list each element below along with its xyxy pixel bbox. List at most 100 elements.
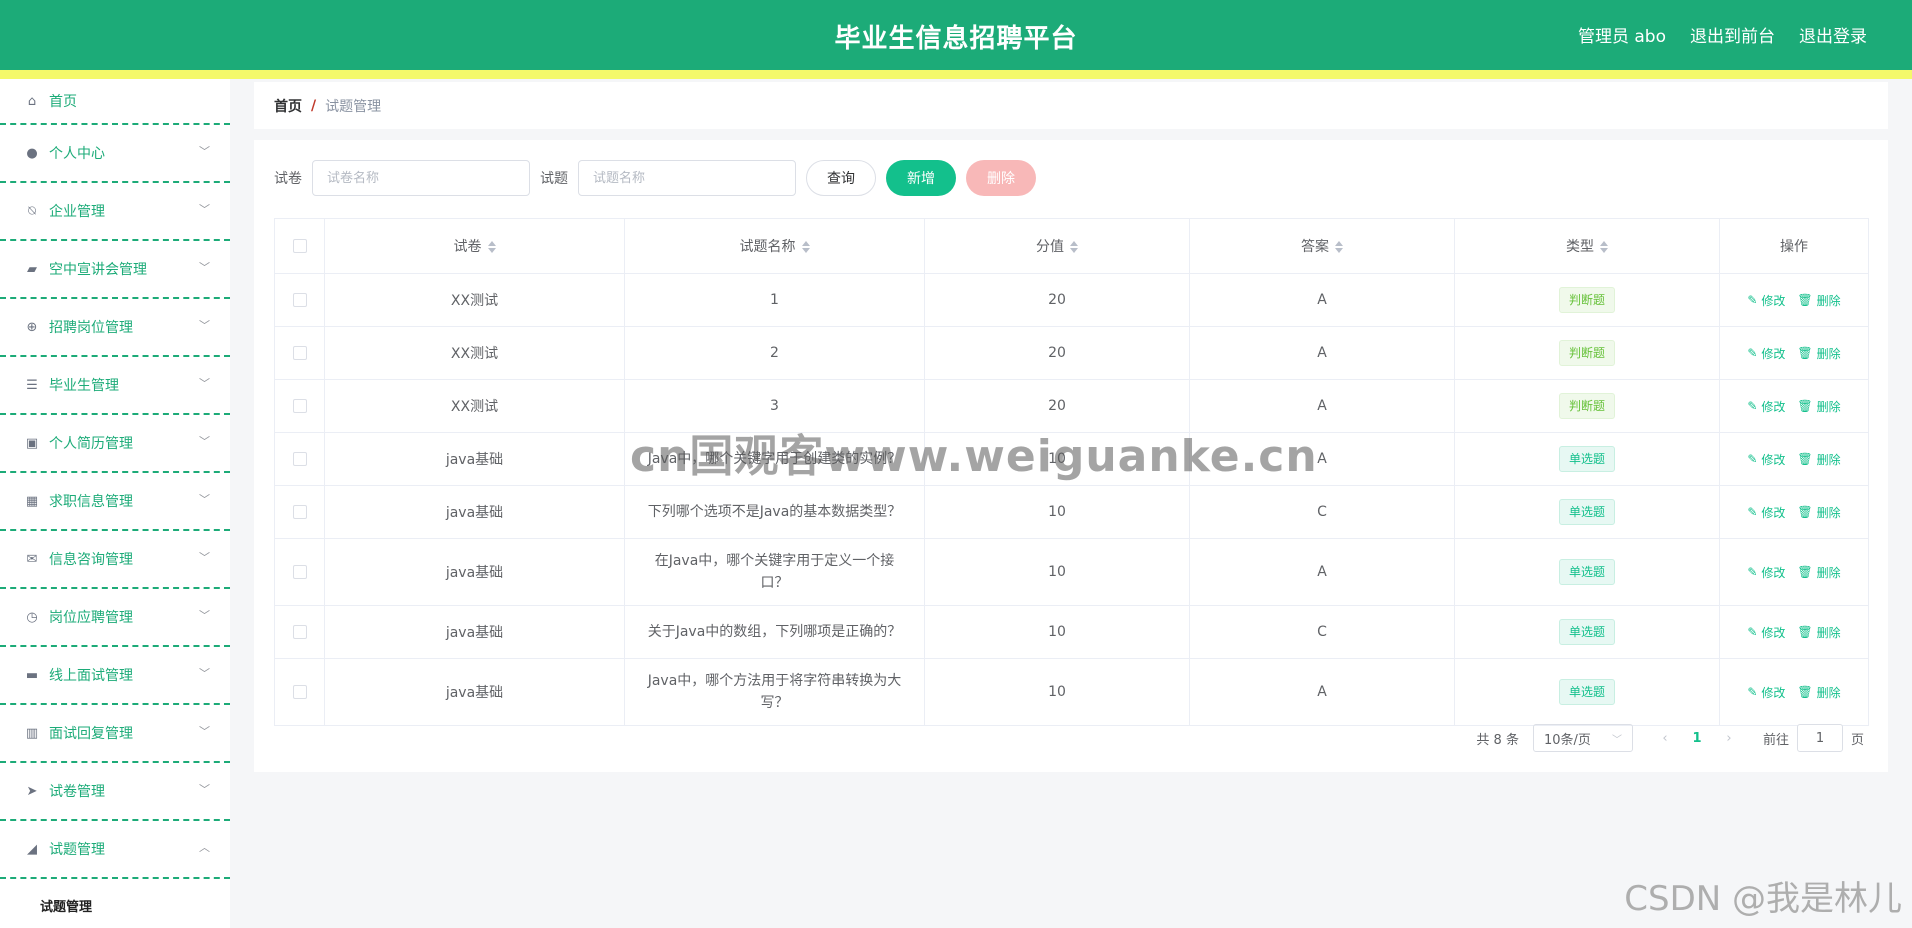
sidebar-item-questions[interactable]: ◢ 试题管理 ︿ <box>0 821 230 879</box>
row-delete-button[interactable]: 🗑 删除 <box>1797 345 1840 362</box>
question-name-text: Java中，哪个方法用于将字符串转换为大写？ <box>647 673 902 711</box>
cell-question-name: Java中，哪个关键字用于创建类的实例？ <box>624 432 925 486</box>
row-delete-button[interactable]: 🗑 删除 <box>1797 624 1840 641</box>
sidebar-item-job-posts[interactable]: ⊕ 招聘岗位管理 ﹀ <box>0 299 230 357</box>
type-tag: 单选题 <box>1558 499 1615 525</box>
cell-question-name: 3 <box>624 379 925 433</box>
sidebar-item-exam-papers[interactable]: ➤ 试卷管理 ﹀ <box>0 763 230 821</box>
row-select-cell <box>274 379 325 433</box>
cell-question-name: 下列哪个选项不是Java的基本数据类型？ <box>624 485 925 539</box>
row-checkbox[interactable] <box>292 625 307 639</box>
sidebar-item-interview-reply[interactable]: ▥ 面试回复管理 ﹀ <box>0 705 230 763</box>
row-select-cell <box>274 273 325 327</box>
question-name-text: 下列哪个选项不是Java的基本数据类型？ <box>647 504 902 520</box>
edit-button[interactable]: ✎ 修改 <box>1747 398 1785 415</box>
row-checkbox[interactable] <box>292 346 307 360</box>
row-delete-button[interactable]: 🗑 删除 <box>1797 684 1840 701</box>
sidebar-item-job-seeking[interactable]: ▦ 求职信息管理 ﹀ <box>0 473 230 531</box>
row-checkbox[interactable] <box>292 565 307 579</box>
paper-search-input[interactable] <box>312 160 530 196</box>
edit-button[interactable]: ✎ 修改 <box>1747 345 1785 362</box>
sidebar-item-label: 线上面试管理 <box>49 668 133 684</box>
admin-label[interactable]: 管理员 abo <box>1578 22 1666 47</box>
sidebar-subitem-questions[interactable]: 试题管理 <box>0 879 230 928</box>
edit-button[interactable]: ✎ 修改 <box>1747 624 1785 641</box>
cell-actions: ✎ 修改 🗑 删除 <box>1719 379 1869 433</box>
cell-actions: ✎ 修改 🗑 删除 <box>1719 326 1869 380</box>
sidebar-item-personal-center[interactable]: ● 个人中心 ﹀ <box>0 125 230 183</box>
breadcrumb-home[interactable]: 首页 <box>274 96 302 116</box>
row-checkbox[interactable] <box>292 685 307 699</box>
exit-to-front-link[interactable]: 退出到前台 <box>1690 22 1775 47</box>
trash-icon: 🗑 <box>1797 293 1813 307</box>
column-header-paper[interactable]: 试卷 <box>324 218 625 274</box>
sidebar-item-label: 试卷管理 <box>49 784 105 800</box>
paper-plane-icon: ◢ <box>27 841 37 857</box>
column-header-question-name[interactable]: 试题名称 <box>624 218 925 274</box>
question-search-input[interactable] <box>578 160 796 196</box>
cell-answer: A <box>1189 379 1455 433</box>
clock-icon: ◷ <box>26 609 38 625</box>
cell-question-name: Java中，哪个方法用于将字符串转换为大写？ <box>624 658 925 726</box>
delete-button[interactable]: 删除 <box>966 160 1036 196</box>
row-delete-button[interactable]: 🗑 删除 <box>1797 398 1840 415</box>
user-icon: ● <box>26 145 38 161</box>
cell-score: 10 <box>924 658 1190 726</box>
edit-button[interactable]: ✎ 修改 <box>1747 292 1785 309</box>
sidebar-item-enterprise[interactable]: ⍉ 企业管理 ﹀ <box>0 183 230 241</box>
sort-icon[interactable] <box>801 239 810 255</box>
sidebar-item-resume[interactable]: ▣ 个人简历管理 ﹀ <box>0 415 230 473</box>
row-delete-button[interactable]: 🗑 删除 <box>1797 292 1840 309</box>
cell-type: 判断题 <box>1454 379 1720 433</box>
sidebar-item-home[interactable]: ⌂ 首页 <box>0 79 230 125</box>
sliders-icon: ☰ <box>26 377 38 393</box>
row-delete-button[interactable]: 🗑 删除 <box>1797 564 1840 581</box>
goto-label: 前往 <box>1762 732 1789 748</box>
add-button[interactable]: 新增 <box>886 160 956 196</box>
select-all-checkbox[interactable] <box>292 239 307 253</box>
logout-link[interactable]: 退出登录 <box>1799 22 1867 47</box>
column-header-type[interactable]: 类型 <box>1454 218 1720 274</box>
row-checkbox[interactable] <box>292 399 307 413</box>
goto-page-input[interactable] <box>1796 724 1843 752</box>
sidebar-item-label: 面试回复管理 <box>49 726 133 742</box>
cell-type: 单选题 <box>1454 658 1720 726</box>
sort-icon[interactable] <box>1600 239 1608 255</box>
edit-button[interactable]: ✎ 修改 <box>1747 564 1785 581</box>
target-icon: ⊕ <box>26 319 38 335</box>
sidebar-item-applications[interactable]: ◷ 岗位应聘管理 ﹀ <box>0 589 230 647</box>
sort-icon[interactable] <box>487 239 496 255</box>
sidebar-item-seminar[interactable]: ▰ 空中宣讲会管理 ﹀ <box>0 241 230 299</box>
page-number-current[interactable]: 1 <box>1679 731 1715 746</box>
row-checkbox[interactable] <box>292 452 307 466</box>
column-header-answer[interactable]: 答案 <box>1189 218 1455 274</box>
page-size-select[interactable]: 10条/页 ﹀ <box>1532 724 1633 752</box>
sidebar-item-graduates[interactable]: ☰ 毕业生管理 ﹀ <box>0 357 230 415</box>
row-checkbox[interactable] <box>292 505 307 519</box>
sort-icon[interactable] <box>1335 239 1343 255</box>
pagination: 共 8 条 10条/页﹀ ‹ 1 › 前往 页 <box>1476 724 1864 752</box>
edit-button[interactable]: ✎ 修改 <box>1747 504 1785 521</box>
cell-score: 10 <box>924 605 1190 659</box>
next-page-button[interactable]: › <box>1715 731 1743 746</box>
sidebar-item-consult[interactable]: ✉ 信息咨询管理 ﹀ <box>0 531 230 589</box>
column-header-score[interactable]: 分值 <box>924 218 1190 274</box>
row-select-cell <box>274 538 325 606</box>
sort-icon[interactable] <box>1070 239 1078 255</box>
cell-answer: C <box>1189 485 1455 539</box>
edit-button[interactable]: ✎ 修改 <box>1747 684 1785 701</box>
cell-actions: ✎ 修改 🗑 删除 <box>1719 273 1869 327</box>
sidebar-item-online-interview[interactable]: ▬ 线上面试管理 ﹀ <box>0 647 230 705</box>
prev-page-button[interactable]: ‹ <box>1651 731 1679 746</box>
sidebar-item-label: 首页 <box>49 94 77 110</box>
edit-icon: ✎ <box>1747 625 1758 639</box>
row-delete-button[interactable]: 🗑 删除 <box>1797 451 1840 468</box>
cell-answer: A <box>1189 326 1455 380</box>
cell-score: 10 <box>924 432 1190 486</box>
query-button[interactable]: 查询 <box>806 160 876 196</box>
cell-score: 20 <box>924 273 1190 327</box>
row-checkbox[interactable] <box>292 293 307 307</box>
edit-button[interactable]: ✎ 修改 <box>1747 451 1785 468</box>
paper-label: 试卷 <box>274 171 302 187</box>
row-delete-button[interactable]: 🗑 删除 <box>1797 504 1840 521</box>
